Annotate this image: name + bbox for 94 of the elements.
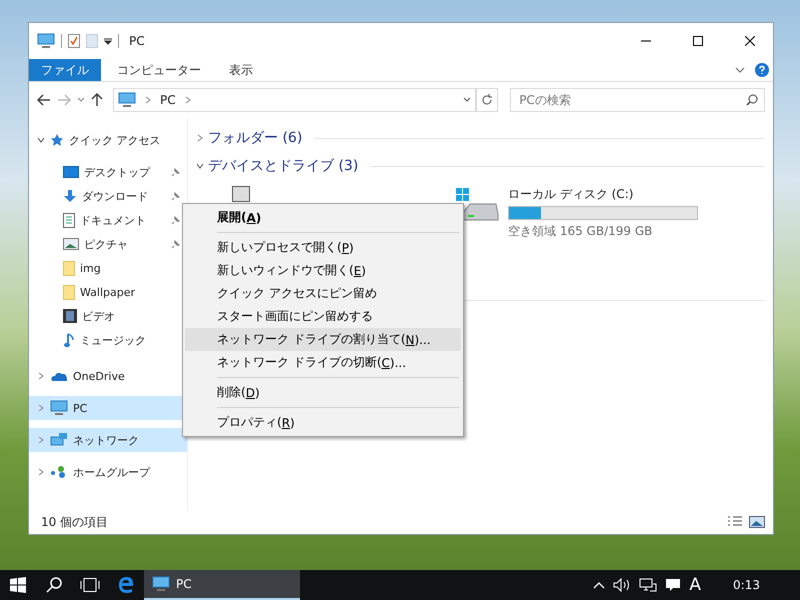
sidebar-item[interactable]: ホームグループ [29,460,187,484]
sidebar-item[interactable]: Wallpaper [29,280,187,304]
windows-logo-icon [10,577,26,593]
chevron-icon [37,372,45,380]
new-folder-icon [86,34,98,48]
up-button[interactable] [91,93,103,107]
sidebar-item[interactable]: ビデオ [29,304,187,328]
sidebar-item[interactable]: ネットワーク [29,428,187,452]
breadcrumb-chevron-icon [144,96,152,104]
chevron-icon [37,404,45,412]
menu-item[interactable]: ネットワーク ドライブの割り当て(N)... [185,328,461,351]
ribbon-tab[interactable]: コンピューター [105,59,213,81]
group-header[interactable]: フォルダー (6) [208,129,302,147]
menu-item[interactable]: クイック アクセスにピン留め [185,282,461,305]
breadcrumb-chevron-icon [184,96,192,104]
computer-icon [37,33,55,49]
sidebar-item[interactable]: ダウンロード [29,184,187,208]
menu-item[interactable]: ネットワーク ドライブの切断(C)... [185,351,461,374]
refresh-icon [481,94,494,106]
search-icon [746,94,758,106]
up-arrow-icon [91,93,103,107]
sidebar-item[interactable]: OneDrive [29,364,187,388]
chevron-icon [196,134,204,142]
menu-item[interactable]: プロパティ(R) [185,411,461,434]
menu-item[interactable]: 新しいプロセスで開く(P) [185,236,461,259]
back-arrow-icon [37,94,51,106]
search-icon [46,577,62,593]
close-icon [745,36,755,46]
task-view-icon [80,577,100,593]
pin-icon [171,239,181,249]
pin-icon [171,167,181,177]
menu-item[interactable]: 削除(D) [185,381,461,404]
menu-item[interactable]: 展開(A) [185,206,461,229]
search-box[interactable]: PCの検索 [510,88,766,112]
drive-icon [232,186,250,202]
desktop-icon [63,166,79,178]
ribbon-tab[interactable]: 表示 [217,59,265,81]
ribbon-tab[interactable]: ファイル [29,59,101,81]
drive-name[interactable]: ローカル ディスク (C:) [508,186,698,203]
cloud-icon [50,370,68,382]
sidebar-item[interactable]: クイック アクセス [29,128,187,152]
properties-icon [68,34,80,48]
folder-icon [63,260,75,276]
large-icons-view-button[interactable] [749,515,765,529]
star-icon [50,133,64,147]
sidebar-item[interactable]: デスクトップ [29,160,187,184]
picture-icon [63,238,79,250]
help-icon [755,63,769,77]
breadcrumb[interactable]: PC [160,93,176,107]
document-icon [63,212,75,228]
chevron-icon [37,436,45,444]
address-bar[interactable]: PC [113,88,476,112]
network-icon [50,432,68,448]
homegroup-icon [50,465,68,479]
sidebar-item[interactable]: ピクチャ [29,232,187,256]
free-space-text: 空き領域 165 GB/199 GB [508,223,654,240]
notification-icon [665,578,682,592]
pin-icon [171,215,181,225]
group-header[interactable]: デバイスとドライブ (3) [208,157,358,175]
pc-icon [50,400,68,416]
item-count: 10 個の項目 [41,514,110,530]
ime-indicator[interactable]: A [689,575,702,595]
caret-icon [463,97,472,103]
menu-item[interactable]: 新しいウィンドウで開く(E) [185,259,461,282]
browser-e-icon [118,577,134,593]
network-status-icon [639,578,658,592]
large-icons-view-icon [749,515,765,529]
dropdown-caret-icon [104,37,112,45]
refresh-button[interactable] [476,88,498,112]
menu-item[interactable]: スタート画面にピン留めする [185,305,461,328]
download-arrow-icon [63,189,77,203]
sidebar-item[interactable]: img [29,256,187,280]
chevron-icon [37,468,45,476]
clock[interactable]: 0:13 [733,578,760,592]
sidebar-item[interactable]: ミュージック [29,328,187,352]
back-button[interactable] [37,94,51,106]
chevron-icon [37,136,45,144]
caret-icon [77,97,85,103]
forward-arrow-icon [57,94,71,106]
pc-icon [152,576,170,592]
music-note-icon [63,332,75,348]
window-title: PC [129,34,146,48]
chevron-up-icon [593,581,606,589]
maximize-icon [693,36,703,46]
pin-icon [171,191,181,201]
chevron-icon [196,162,204,170]
taskbar-app[interactable]: PC [144,570,300,600]
folder-icon [63,284,75,300]
pc-icon [118,92,136,108]
film-icon [63,309,77,323]
speaker-icon [613,578,632,592]
recent-locations-button[interactable] [77,97,85,103]
expand-ribbon-icon [735,66,745,74]
sidebar-item[interactable]: ドキュメント [29,208,187,232]
